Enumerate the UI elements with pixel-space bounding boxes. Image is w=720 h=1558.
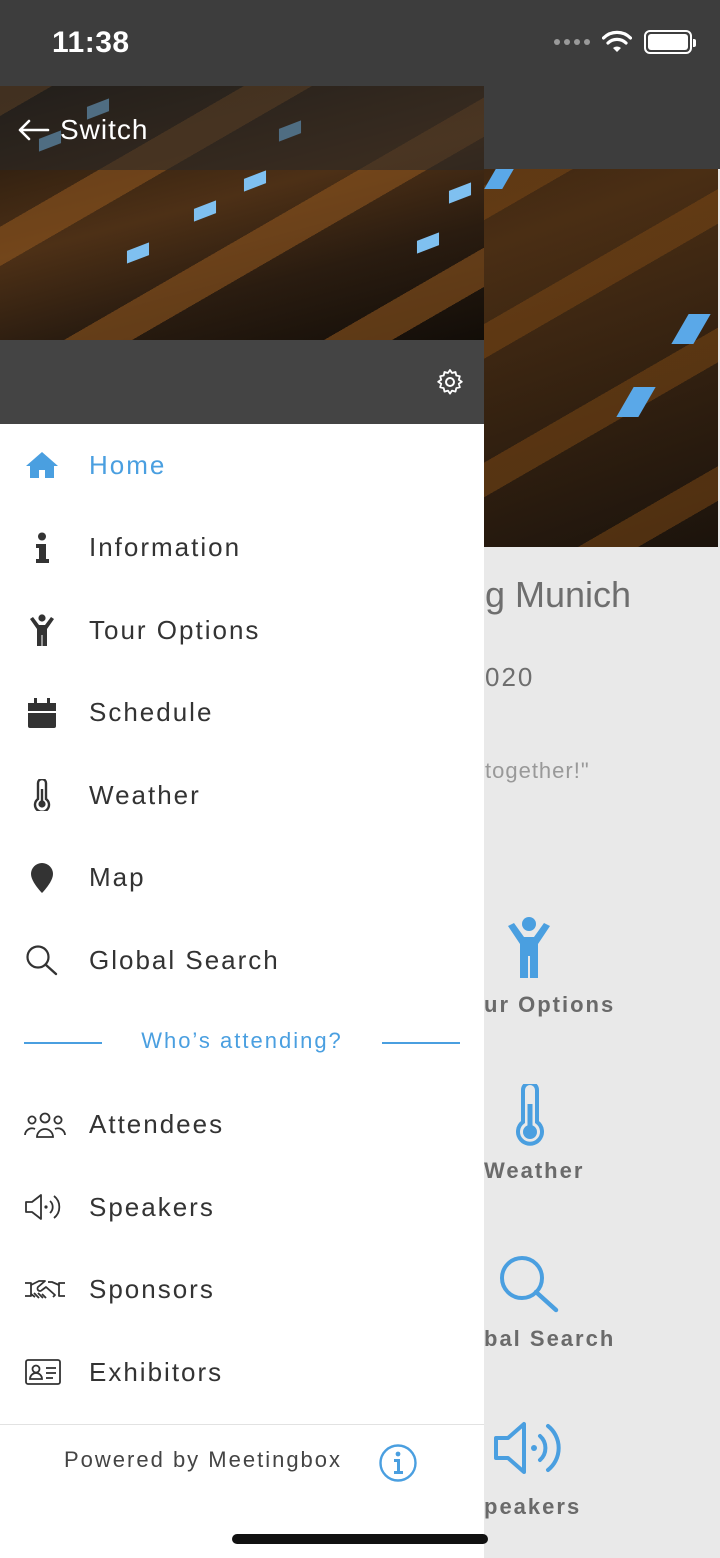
switch-button[interactable]: Switch [18, 114, 148, 146]
people-icon [24, 1107, 66, 1143]
tile-label: Weather [484, 1158, 585, 1183]
tile-label: bal Search [484, 1326, 616, 1351]
info-circle-icon[interactable] [378, 1443, 418, 1483]
menu-item-attendees[interactable]: Attendees [0, 1084, 484, 1167]
menu-item-information[interactable]: Information [0, 507, 484, 590]
status-time: 11:38 [52, 26, 130, 59]
menu-item-exhibitors[interactable]: Exhibitors [0, 1331, 484, 1414]
map-pin-icon [24, 860, 60, 896]
switch-label: Switch [60, 114, 149, 145]
tile-speakers[interactable]: peakers [484, 1416, 720, 1526]
arrow-left-icon [18, 119, 50, 141]
menu-item-tour-options[interactable]: Tour Options [0, 589, 484, 672]
menu-label: Weather [89, 779, 201, 810]
info-icon [24, 530, 60, 566]
person-arms-up-icon [508, 917, 550, 978]
main-menu: Home Information Tour Options Schedule W… [0, 424, 484, 1002]
powered-by-text: Powered by Meetingbox [64, 1447, 343, 1472]
battery-icon [644, 30, 696, 54]
drawer-profile-bar [0, 340, 484, 424]
gear-icon[interactable] [436, 368, 464, 396]
search-icon [24, 942, 60, 978]
search-icon [500, 1256, 559, 1313]
menu-item-home[interactable]: Home [0, 424, 484, 507]
status-bar: 11:38 [0, 0, 720, 86]
section-label: Who’s attending? [141, 1027, 343, 1053]
thermometer-icon [24, 777, 60, 813]
tile-global-search[interactable]: bal Search [484, 1252, 720, 1372]
home-indicator[interactable] [232, 1534, 488, 1544]
menu-label: Tour Options [89, 614, 261, 645]
thermometer-icon [516, 1084, 544, 1146]
person-arms-up-icon [24, 612, 60, 648]
attend-menu: Attendees Speakers Sponsors Exhibitors [0, 1084, 484, 1414]
menu-label: Information [89, 532, 242, 563]
event-quote: together!" [485, 758, 590, 783]
menu-label: Sponsors [89, 1274, 215, 1305]
menu-label: Home [89, 449, 167, 480]
navigation-drawer: Switch Home Information Tour Options Sch… [0, 86, 484, 1558]
wifi-icon [602, 30, 632, 52]
menu-item-schedule[interactable]: Schedule [0, 672, 484, 755]
calendar-icon [24, 695, 60, 731]
id-card-icon [24, 1354, 62, 1390]
event-date: 020 [485, 662, 535, 692]
signal-icon [554, 39, 590, 45]
menu-item-global-search[interactable]: Global Search [0, 919, 484, 1002]
drawer-hero-image: Switch [0, 86, 484, 340]
event-title: g Munich [485, 574, 632, 615]
speaker-icon [24, 1189, 64, 1225]
menu-item-speakers[interactable]: Speakers [0, 1166, 484, 1249]
speaker-icon [494, 1422, 561, 1474]
menu-item-map[interactable]: Map [0, 837, 484, 920]
home-icon [24, 447, 60, 483]
divider-line-right [382, 1041, 460, 1044]
drawer-footer: Powered by Meetingbox [0, 1424, 484, 1522]
menu-label: Global Search [89, 944, 280, 975]
menu-label: Map [89, 862, 146, 893]
menu-label: Exhibitors [89, 1356, 224, 1387]
handshake-icon [24, 1272, 66, 1308]
menu-label: Attendees [89, 1109, 225, 1140]
status-icons [554, 30, 696, 54]
menu-item-sponsors[interactable]: Sponsors [0, 1249, 484, 1332]
tile-weather[interactable]: Weather [484, 1084, 720, 1204]
tile-label: peakers [484, 1494, 582, 1519]
section-divider: Who’s attending? [0, 1002, 484, 1084]
tile-tour-options[interactable]: ur Options [484, 916, 720, 1036]
menu-label: Schedule [89, 697, 214, 728]
tile-label: ur Options [484, 992, 616, 1017]
menu-label: Speakers [89, 1191, 215, 1222]
menu-item-weather[interactable]: Weather [0, 754, 484, 837]
